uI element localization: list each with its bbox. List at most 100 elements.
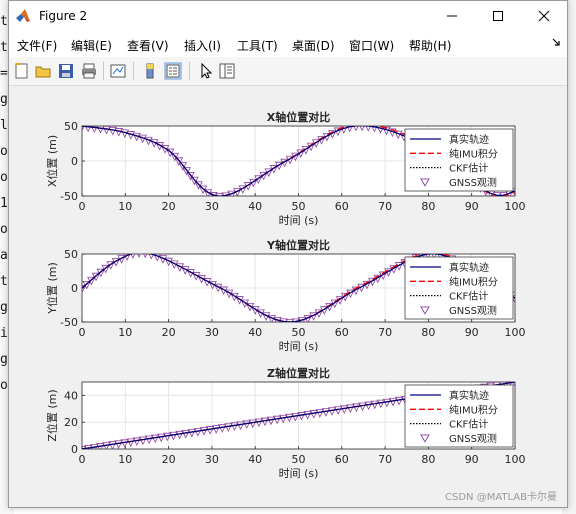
legend-label: 真实轨迹 [449, 133, 489, 146]
legend-label: GNSS观测 [449, 304, 497, 317]
save-icon[interactable] [57, 62, 75, 80]
menu-window[interactable]: 窗口(W) [349, 37, 394, 54]
menu-overflow-icon[interactable] [551, 37, 561, 47]
x-tick-label: 100 [505, 200, 526, 213]
x-tick-label: 0 [79, 200, 86, 213]
x-tick-label: 100 [505, 326, 526, 339]
x-tick-label: 30 [205, 453, 219, 466]
background-code-glyph: o [0, 144, 8, 159]
legend-label: CKF估计 [449, 290, 488, 303]
legend-icon[interactable] [164, 62, 182, 80]
pointer-icon[interactable] [197, 62, 215, 80]
background-code-glyph: 1 [0, 196, 8, 211]
y-tick-label: 0 [71, 282, 78, 295]
legend-label: GNSS观测 [449, 432, 497, 445]
x-tick-label: 30 [205, 326, 219, 339]
legend-label: 纯IMU积分 [449, 403, 498, 416]
y-tick-label: 50 [64, 248, 78, 261]
x-tick-label: 90 [465, 453, 479, 466]
x-tick-label: 0 [79, 453, 86, 466]
close-button[interactable] [521, 1, 567, 31]
title-bar: Figure 2 [9, 1, 567, 31]
x-tick-label: 40 [248, 200, 262, 213]
x-tick-label: 70 [378, 326, 392, 339]
x-tick-label: 20 [162, 326, 176, 339]
legend-label: 纯IMU积分 [449, 275, 498, 288]
colorbar-icon[interactable] [141, 62, 159, 80]
chart-title: Z轴位置对比 [267, 366, 330, 380]
background-code-glyph: t [0, 40, 8, 55]
y-axis-label: Z位置 (m) [45, 389, 59, 441]
x-tick-label: 40 [248, 453, 262, 466]
x-tick-label: 10 [118, 326, 132, 339]
plots-svg: 0 10 20 30 40 50 60 70 80 90 100-50050X轴位置对比时间 (s)… [45, 110, 526, 480]
figure-canvas: 0 10 20 30 40 50 60 70 80 90 100 -50 0 50 X轴位置对比 时间 (s)… [9, 86, 567, 506]
x-tick-label: 20 [162, 200, 176, 213]
y-tick-label: 40 [64, 389, 78, 402]
background-code-glyph: o [0, 170, 8, 185]
chart-title: X轴位置对比 [267, 110, 330, 124]
x-tick-label: 10 [118, 453, 132, 466]
x-axis-label: 时间 (s) [279, 467, 319, 480]
background-code-glyph: = [0, 66, 8, 81]
legend-label: GNSS观测 [449, 176, 497, 189]
background-code-glyph: o [0, 378, 8, 393]
background-code-glyph: g [0, 300, 8, 315]
menu-desktop[interactable]: 桌面(D) [292, 37, 335, 54]
background-code-glyph: t [0, 274, 8, 289]
close-icon [538, 10, 550, 22]
menu-file[interactable]: 文件(F) [17, 37, 57, 54]
y-tick-label: 0 [71, 155, 78, 168]
x-tick-label: 90 [465, 200, 479, 213]
legend-label: CKF估计 [449, 418, 488, 431]
x-tick-label: 40 [248, 326, 262, 339]
x-tick-label: 30 [205, 200, 219, 213]
background-code-glyph: a [0, 248, 8, 263]
menu-insert[interactable]: 插入(I) [184, 37, 221, 54]
minimize-button[interactable] [429, 1, 475, 31]
toolbar-separator [133, 62, 134, 80]
background-code-glyph: t [0, 14, 8, 29]
window-title: Figure 2 [39, 9, 88, 23]
watermark: CSDN @MATLAB卡尔曼 [445, 492, 557, 503]
minimize-icon [447, 15, 457, 17]
x-tick-label: 10 [118, 200, 132, 213]
x-tick-label: 50 [292, 200, 306, 213]
x-tick-label: 60 [335, 200, 349, 213]
background-code-glyph: l [0, 118, 8, 133]
link-plot-icon[interactable] [109, 62, 127, 80]
menu-bar: 文件(F) 编辑(E) 查看(V) 插入(I) 工具(T) 桌面(D) 窗口(W… [9, 31, 567, 57]
x-tick-label: 20 [162, 453, 176, 466]
background-code-glyph: g [0, 352, 8, 367]
x-tick-label: 80 [421, 326, 435, 339]
menu-edit[interactable]: 编辑(E) [71, 37, 112, 54]
property-inspector-icon[interactable] [218, 62, 236, 80]
legend-label: 真实轨迹 [449, 389, 489, 402]
maximize-button[interactable] [475, 1, 521, 31]
x-tick-label: 90 [465, 326, 479, 339]
y-tick-label: 0 [71, 443, 78, 456]
toolbar-separator [189, 62, 190, 80]
x-axis-label: 时间 (s) [279, 214, 319, 227]
y-tick-label: -50 [60, 190, 78, 203]
y-tick-label: -50 [60, 316, 78, 329]
print-icon[interactable] [80, 62, 98, 80]
background-code-glyph: o [0, 222, 8, 237]
figure-window: Figure 2 文件(F) 编辑(E) 查看(V) 插入(I) 工具(T) 桌… [8, 0, 568, 508]
x-tick-label: 70 [378, 453, 392, 466]
x-tick-label: 60 [335, 453, 349, 466]
new-figure-icon[interactable] [13, 62, 31, 80]
menu-tools[interactable]: 工具(T) [237, 37, 278, 54]
x-axis-label: 时间 (s) [279, 340, 319, 353]
legend-label: CKF估计 [449, 162, 488, 175]
menu-help[interactable]: 帮助(H) [409, 37, 451, 54]
x-tick-label: 60 [335, 326, 349, 339]
chart-title: Y轴位置对比 [266, 238, 330, 252]
y-axis-label: Y位置 (m) [45, 262, 59, 315]
legend-label: 纯IMU积分 [449, 147, 498, 160]
maximize-icon [493, 11, 503, 21]
open-file-icon[interactable] [34, 62, 52, 80]
toolbar-separator [103, 62, 104, 80]
y-axis-label: X位置 (m) [45, 135, 59, 187]
menu-view[interactable]: 查看(V) [127, 37, 169, 54]
